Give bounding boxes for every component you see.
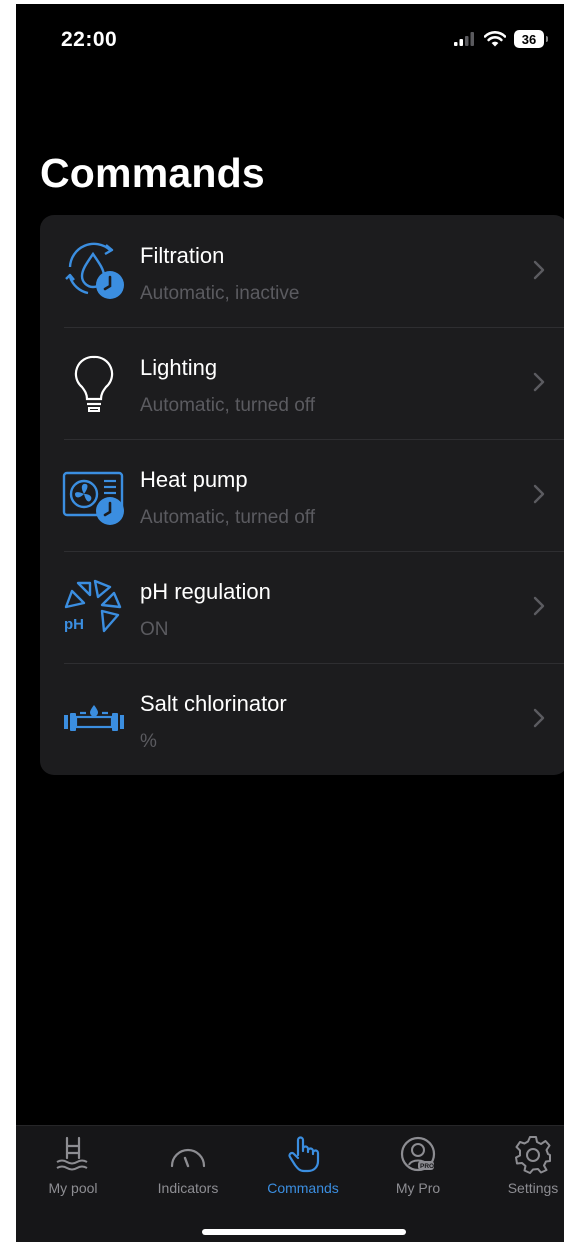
tab-settings[interactable]: Settings — [478, 1132, 564, 1208]
status-bar: 22:00 36 — [16, 4, 564, 76]
commands-list: Filtration Automatic, inactive Lighting … — [40, 215, 564, 775]
command-row-ph-regulation[interactable]: pH pH regulation ON — [40, 551, 564, 663]
tab-label: Commands — [267, 1180, 339, 1196]
heat-pump-icon — [60, 461, 128, 529]
status-time: 22:00 — [61, 28, 118, 51]
salt-chlorinator-icon — [60, 685, 128, 753]
command-status: Automatic, inactive — [140, 283, 300, 304]
tab-my-pro[interactable]: PRO My Pro — [363, 1132, 473, 1208]
chevron-right-icon — [533, 260, 545, 280]
page-title: Commands — [40, 150, 265, 196]
command-row-heat-pump[interactable]: Heat pump Automatic, turned off — [40, 439, 564, 551]
command-status: Automatic, turned off — [140, 507, 315, 528]
command-title: Heat pump — [140, 467, 248, 492]
command-status: % — [140, 731, 157, 752]
pro-person-icon: PRO — [396, 1132, 440, 1176]
tab-label: Settings — [507, 1180, 559, 1196]
tab-commands[interactable]: Commands — [248, 1132, 358, 1208]
command-status: Automatic, turned off — [140, 395, 315, 416]
tab-bar: My pool Indicators Commands PRO My Pro S… — [16, 1125, 564, 1242]
svg-text:pH: pH — [64, 616, 84, 633]
command-row-lighting[interactable]: Lighting Automatic, turned off — [40, 327, 564, 439]
cellular-signal-icon — [454, 32, 474, 46]
command-row-filtration[interactable]: Filtration Automatic, inactive — [40, 215, 564, 327]
tab-my-pool[interactable]: My pool — [18, 1132, 128, 1208]
gauge-icon — [166, 1132, 210, 1176]
chevron-right-icon — [533, 484, 545, 504]
command-row-salt-chlorinator[interactable]: Salt chlorinator % — [40, 663, 564, 775]
chevron-right-icon — [533, 708, 545, 728]
command-title: Filtration — [140, 243, 225, 268]
pool-ladder-icon — [51, 1132, 95, 1176]
command-title: pH regulation — [140, 579, 271, 604]
command-title: Lighting — [140, 355, 218, 380]
ph-regulation-icon: pH — [60, 573, 128, 641]
status-icons: 36 — [454, 30, 548, 48]
tab-indicators[interactable]: Indicators — [133, 1132, 243, 1208]
app-screen: 22:00 36 Commands Filtration Automatic, … — [16, 4, 564, 1242]
home-indicator[interactable] — [202, 1229, 406, 1235]
chevron-right-icon — [533, 372, 545, 392]
wifi-icon — [484, 31, 506, 47]
light-bulb-icon — [60, 349, 128, 417]
tab-label: My pool — [48, 1180, 98, 1196]
command-status: ON — [140, 619, 169, 640]
tab-label: My Pro — [395, 1180, 441, 1196]
svg-text:PRO: PRO — [420, 1163, 434, 1170]
gear-icon — [511, 1132, 555, 1176]
pointing-hand-icon — [281, 1132, 325, 1176]
filtration-icon — [60, 237, 128, 305]
command-title: Salt chlorinator — [140, 691, 287, 716]
battery-icon: 36 — [514, 30, 548, 48]
chevron-right-icon — [533, 596, 545, 616]
tab-label: Indicators — [157, 1180, 219, 1196]
